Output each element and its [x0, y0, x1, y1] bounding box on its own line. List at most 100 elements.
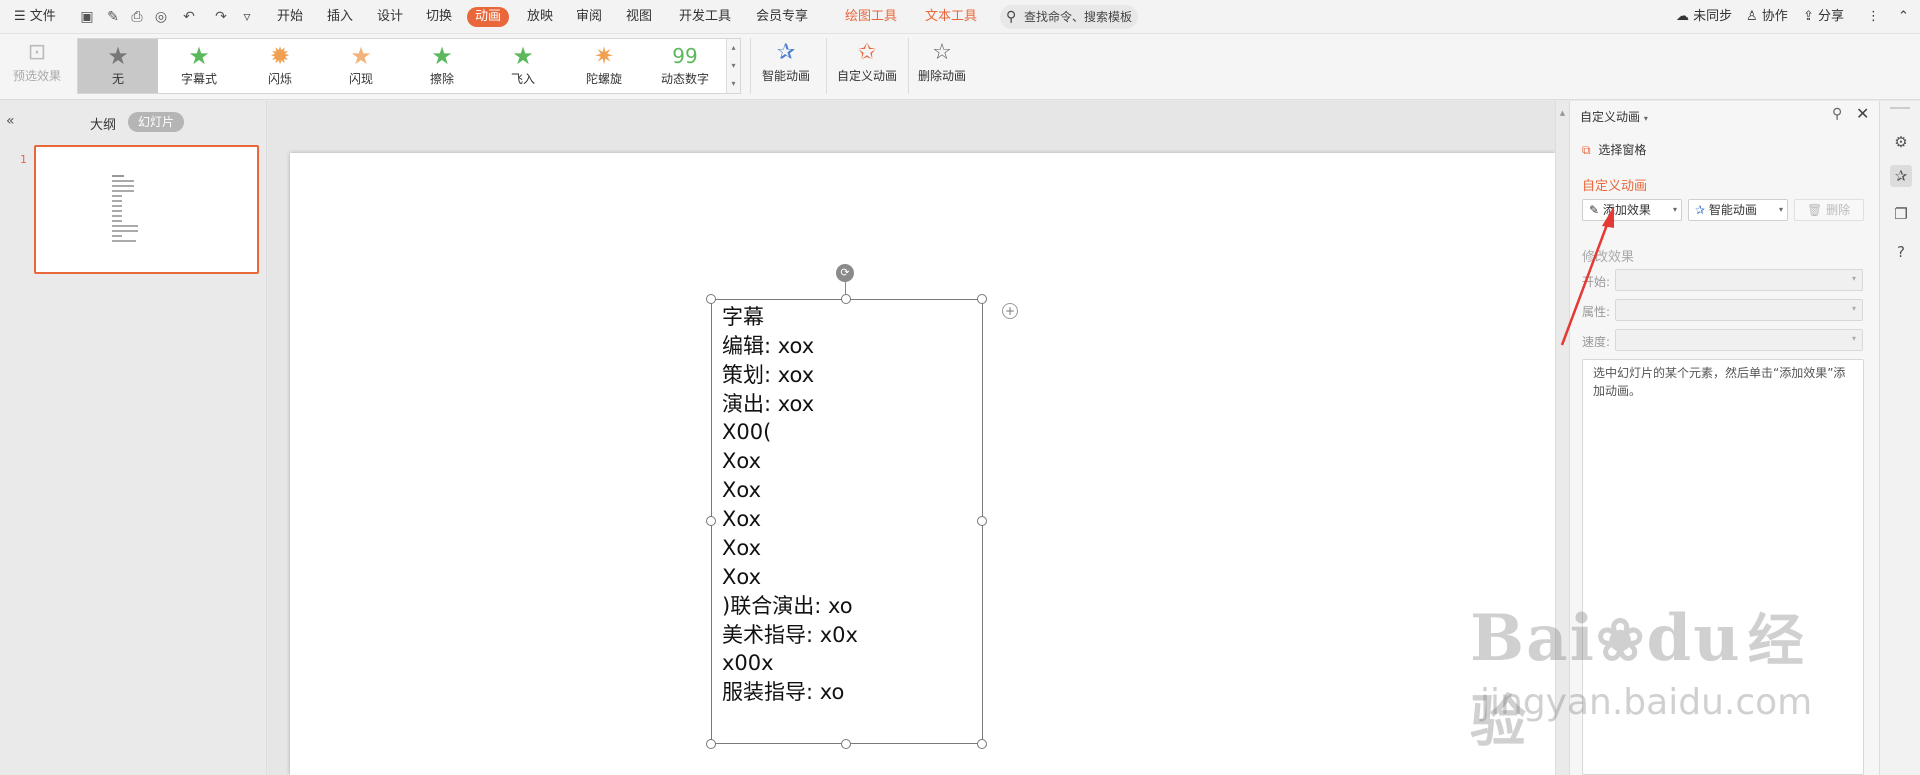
print-preview-icon[interactable]: ◎ — [152, 8, 170, 26]
pin-icon[interactable]: ⚲ — [1832, 106, 1842, 122]
custom-animation-button[interactable]: ✩ 自定义动画 — [832, 38, 902, 96]
delete-effect-button[interactable]: 🗑 删除 — [1794, 199, 1864, 221]
tab-developer[interactable]: 开发工具 — [679, 7, 731, 27]
animation-list-hint: 选中幻灯片的某个元素，然后单击“添加效果”添加动画。 — [1593, 366, 1846, 398]
star-icon: ★ — [188, 42, 210, 70]
gallery-item-none[interactable]: ★ 无 — [78, 39, 158, 93]
menu-bar: ☰ 文件 ▣ ✎ ⎙ ◎ ↶ ↷ ▿ 开始 插入 设计 切换 动画 放映 审阅 … — [0, 0, 1920, 34]
sync-label: 未同步 — [1693, 9, 1733, 24]
animation-pane-icon[interactable]: ✰ — [1890, 165, 1912, 187]
gallery-item-wipe[interactable]: ★ 擦除 — [402, 39, 482, 93]
add-effect-button[interactable]: ✎ 添加效果 ▾ — [1582, 199, 1682, 221]
customize-quick-access-icon[interactable]: ▿ — [238, 8, 256, 26]
resize-handle[interactable] — [841, 739, 851, 749]
start-select[interactable]: ▾ — [1615, 269, 1863, 291]
tab-view[interactable]: 视图 — [626, 7, 652, 27]
format-painter-icon[interactable]: ✎ — [104, 8, 122, 26]
resize-handle[interactable] — [841, 294, 851, 304]
gallery-item-fly-in[interactable]: ★ 飞入 — [483, 39, 563, 93]
smart-animation-panel-button[interactable]: ✰ 智能动画 ▾ — [1688, 199, 1788, 221]
tab-transition[interactable]: 切换 — [426, 7, 452, 27]
chevron-down-icon: ▾ — [1851, 274, 1856, 283]
text-box[interactable]: 字幕 编辑: xox 策划: xox 演出: xox X00( Xox Xox … — [711, 299, 983, 744]
select-pane-label: 选择窗格 — [1598, 143, 1647, 157]
undo-icon[interactable]: ↶ — [180, 8, 198, 26]
gallery-label: 字幕式 — [180, 72, 217, 86]
tab-drawing-tools[interactable]: 绘图工具 — [845, 7, 897, 27]
select-pane-button[interactable]: ⧉ 选择窗格 — [1582, 141, 1646, 158]
tab-outline[interactable]: 大纲 — [90, 114, 116, 133]
sync-button[interactable]: ☁ 未同步 — [1676, 7, 1732, 27]
tab-design[interactable]: 设计 — [377, 7, 403, 27]
resize-handle[interactable] — [706, 516, 716, 526]
hamburger-icon: ☰ — [14, 9, 26, 24]
share-label: 分享 — [1818, 9, 1845, 24]
redo-icon[interactable]: ↷ — [212, 8, 230, 26]
gallery-label: 擦除 — [429, 72, 454, 86]
delete-animation-label: 删除动画 — [917, 69, 966, 83]
gallery-scrollbar[interactable]: ▴ ▾ ▾ — [726, 39, 740, 93]
rotate-handle-icon[interactable]: ⟳ — [836, 264, 854, 282]
tab-insert[interactable]: 插入 — [327, 7, 353, 27]
resize-handle[interactable] — [977, 294, 987, 304]
collapse-panel-icon[interactable]: « — [6, 113, 15, 129]
delete-animation-button[interactable]: ☆ 删除动画 — [912, 38, 972, 96]
save-icon[interactable]: ▣ — [78, 8, 96, 26]
star-icon: ★ — [512, 42, 534, 70]
gallery-item-flash[interactable]: ★ 闪现 — [321, 39, 401, 93]
quick-actions-plus-icon[interactable]: + — [1002, 303, 1018, 319]
chevron-down-icon: ▾ — [1778, 205, 1783, 214]
file-menu-button[interactable]: ☰ 文件 — [14, 7, 56, 27]
slide-thumbnail[interactable] — [34, 145, 259, 274]
custom-animation-label: 自定义动画 — [836, 69, 897, 83]
tab-text-tools[interactable]: 文本工具 — [925, 7, 977, 27]
text-line: Xox — [722, 536, 762, 560]
speed-select[interactable]: ▾ — [1615, 329, 1863, 351]
print-icon[interactable]: ⎙ — [128, 8, 146, 26]
more-icon[interactable]: ⋮ — [1867, 7, 1880, 27]
gallery-item-dynamic-number[interactable]: 99 动态数字 — [645, 39, 725, 93]
help-icon[interactable]: ? — [1890, 241, 1912, 263]
smart-animation-button[interactable]: ✰ 智能动画 — [752, 38, 820, 96]
slide-transition-icon[interactable]: ❐ — [1890, 203, 1912, 225]
tab-animation[interactable]: 动画 — [467, 7, 510, 27]
scroll-down-icon[interactable]: ▾ — [727, 57, 740, 75]
delete-star-icon: ☆ — [932, 40, 952, 65]
close-icon[interactable]: ✕ — [1856, 104, 1869, 123]
property-select[interactable]: ▾ — [1615, 299, 1863, 321]
tab-slideshow[interactable]: 放映 — [527, 7, 553, 27]
tab-slides[interactable]: 幻灯片 — [128, 112, 184, 132]
resize-handle[interactable] — [977, 516, 987, 526]
smart-animation-panel-label: 智能动画 — [1708, 203, 1757, 217]
animation-list[interactable]: 选中幻灯片的某个元素，然后单击“添加效果”添加动画。 — [1582, 359, 1864, 775]
tab-home[interactable]: 开始 — [277, 7, 303, 27]
panel-title-dropdown[interactable]: 自定义动画 ▾ — [1580, 108, 1648, 125]
search-box[interactable]: ⚲ 查找命令、搜索模板 — [1000, 5, 1138, 29]
collab-button[interactable]: ♙ 协作 — [1746, 7, 1788, 27]
gallery-expand-icon[interactable]: ▾ — [727, 75, 740, 93]
resize-handle[interactable] — [706, 739, 716, 749]
vertical-scrollbar[interactable]: ▲ — [1555, 101, 1569, 775]
resize-handle[interactable] — [706, 294, 716, 304]
settings-sliders-icon[interactable]: ⚙ — [1890, 131, 1912, 153]
text-line: 字幕 — [722, 305, 764, 329]
start-label: 开始: — [1582, 275, 1611, 289]
collapse-ribbon-icon[interactable]: ⌃ — [1898, 7, 1909, 27]
gallery-item-flicker[interactable]: ✹ 闪烁 — [240, 39, 320, 93]
gallery-label: 闪烁 — [267, 72, 292, 86]
scroll-up-icon[interactable]: ▲ — [1556, 109, 1569, 117]
custom-animation-panel: 自定义动画 ▾ ⚲ ✕ ⧉ 选择窗格 自定义动画 ✎ 添加效果 ▾ ✰ 智能动画… — [1569, 101, 1879, 775]
gallery-item-subtitle[interactable]: ★ 字幕式 — [159, 39, 239, 93]
scroll-up-icon[interactable]: ▴ — [727, 39, 740, 57]
file-menu-label: 文件 — [29, 9, 56, 24]
tab-review[interactable]: 审阅 — [576, 7, 602, 27]
text-line: 编辑: xox — [722, 334, 815, 358]
share-button[interactable]: ⇪ 分享 — [1803, 7, 1844, 27]
star-icon: ✷ — [593, 42, 615, 70]
gallery-item-spin[interactable]: ✷ 陀螺旋 — [564, 39, 644, 93]
search-icon: ⚲ — [1006, 9, 1017, 25]
resize-handle[interactable] — [977, 739, 987, 749]
tab-member[interactable]: 会员专享 — [756, 7, 808, 27]
preview-effect-button[interactable]: ⊡ 预选效果 — [8, 38, 66, 96]
search-placeholder: 查找命令、搜索模板 — [1024, 10, 1133, 24]
